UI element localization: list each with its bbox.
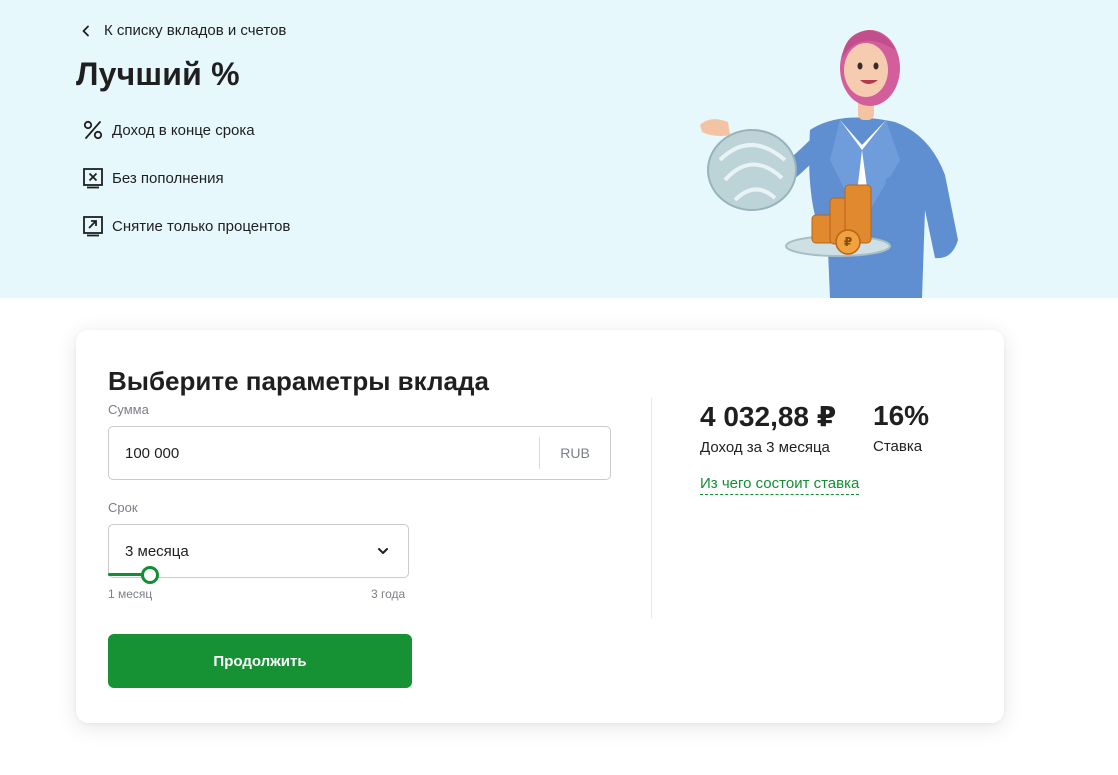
continue-button[interactable]: Продолжить <box>108 634 412 688</box>
term-value: 3 месяца <box>125 542 189 560</box>
slider-thumb[interactable] <box>141 566 159 584</box>
feature-label: Без пополнения <box>112 169 224 187</box>
features-list: Доход в конце срока Без пополнения Сняти… <box>82 118 290 262</box>
svg-text:₽: ₽ <box>844 235 852 249</box>
rate-details-link[interactable]: Из чего состоит ставка <box>700 475 860 495</box>
rate-block: 16% Ставка <box>873 400 929 455</box>
sum-input[interactable] <box>109 427 539 479</box>
percent-icon <box>82 119 104 141</box>
rate-label: Ставка <box>873 438 923 455</box>
feature-label: Доход в конце срока <box>112 121 255 139</box>
slider-min-label: 1 месяц <box>108 587 153 601</box>
withdraw-interest-icon <box>82 215 104 237</box>
feature-item-income: Доход в конце срока <box>82 118 290 142</box>
woman-with-coins-illustration: ₽ <box>700 30 958 298</box>
income-block: 4 032,88 ₽ Доход за 3 месяца <box>700 400 836 456</box>
term-slider[interactable] <box>108 566 409 584</box>
back-link[interactable]: К списку вкладов и счетов <box>80 22 286 39</box>
sum-field[interactable]: RUB <box>108 426 611 480</box>
feature-item-no-topup: Без пополнения <box>82 166 290 190</box>
form-title: Выберите параметры вклада <box>108 366 489 396</box>
vertical-divider <box>651 398 652 618</box>
back-link-label: К списку вкладов и счетов <box>104 22 287 39</box>
sum-label: Сумма <box>108 402 149 417</box>
hero-banner: К списку вкладов и счетов Лучший % Доход… <box>0 0 1118 298</box>
slider-max-label: 3 года <box>371 587 406 601</box>
deposit-card: Выберите параметры вклада Сумма RUB Срок… <box>76 330 1004 723</box>
income-value: 4 032,88 ₽ <box>700 401 837 432</box>
chevron-down-icon <box>378 548 388 554</box>
term-label: Срок <box>108 500 138 515</box>
page-title: Лучший % <box>76 56 240 92</box>
feature-label: Снятие только процентов <box>112 217 291 235</box>
feature-item-withdraw: Снятие только процентов <box>82 214 290 238</box>
rate-value: 16% <box>873 400 930 431</box>
currency-label: RUB <box>560 445 590 461</box>
chevron-left-icon <box>82 25 89 36</box>
income-label: Доход за 3 месяца <box>700 439 830 456</box>
no-topup-icon <box>82 167 104 189</box>
